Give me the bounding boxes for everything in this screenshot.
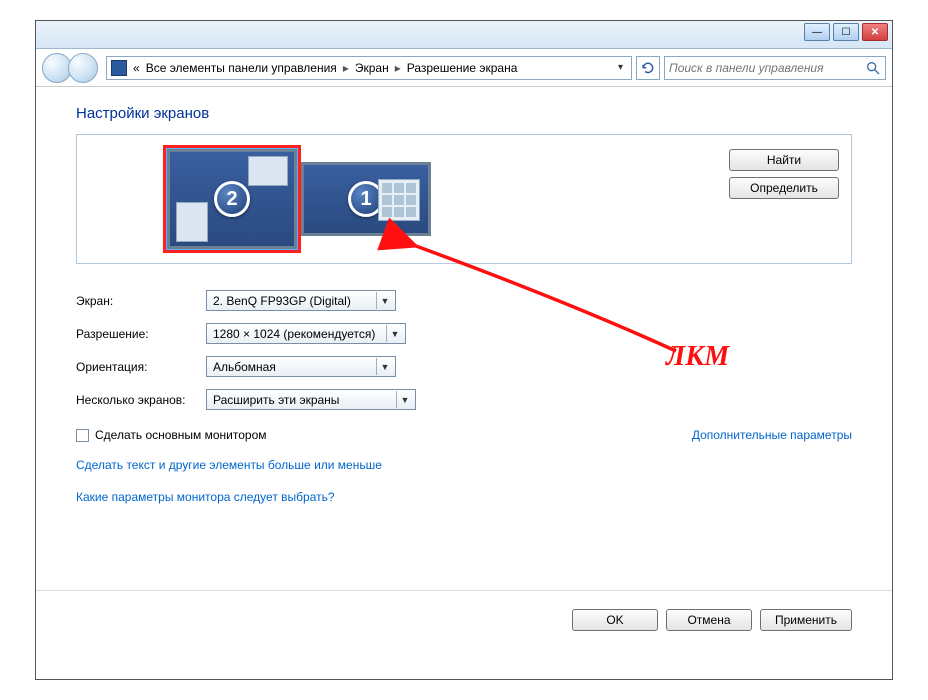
monitor-keypad-icon xyxy=(378,179,420,221)
dialog-buttons: OK Отмена Применить xyxy=(572,609,852,631)
screen-value: 2. BenQ FP93GP (Digital) xyxy=(213,294,351,308)
make-primary-checkbox[interactable] xyxy=(76,429,89,442)
breadcrumb-sep-icon: ▸ xyxy=(395,61,401,75)
identify-button[interactable]: Определить xyxy=(729,177,839,199)
which-settings-link[interactable]: Какие параметры монитора следует выбрать… xyxy=(76,490,335,504)
window-controls: — ☐ ✕ xyxy=(804,23,888,41)
multi-label: Несколько экранов: xyxy=(76,393,206,407)
screen-dropdown[interactable]: 2. BenQ FP93GP (Digital) ▼ xyxy=(206,290,396,311)
orientation-label: Ориентация: xyxy=(76,360,206,374)
multi-value: Расширить эти экраны xyxy=(213,393,339,407)
search-input[interactable] xyxy=(669,61,865,75)
apply-button[interactable]: Применить xyxy=(760,609,852,631)
annotation-label: ЛКМ xyxy=(666,341,729,373)
chevron-down-icon: ▼ xyxy=(396,391,413,408)
make-primary-label: Сделать основным монитором xyxy=(95,428,267,442)
screen-label: Экран: xyxy=(76,294,206,308)
nav-buttons xyxy=(42,53,102,83)
settings-form: Экран: 2. BenQ FP93GP (Digital) ▼ Разреш… xyxy=(76,290,852,410)
text-size-link[interactable]: Сделать текст и другие элементы больше и… xyxy=(76,458,382,472)
cancel-button[interactable]: Отмена xyxy=(666,609,752,631)
monitor-1[interactable]: 1 xyxy=(301,162,431,236)
breadcrumb-level3[interactable]: Разрешение экрана xyxy=(407,61,518,75)
window-frame: — ☐ ✕ « Все элементы панели управления ▸… xyxy=(35,20,893,680)
refresh-button[interactable] xyxy=(636,56,660,80)
minimize-button[interactable]: — xyxy=(804,23,830,41)
monitor-window-icon xyxy=(248,156,288,186)
address-bar[interactable]: « Все элементы панели управления ▸ Экран… xyxy=(106,56,632,80)
chevron-down-icon: ▼ xyxy=(386,325,403,342)
maximize-button[interactable]: ☐ xyxy=(833,23,859,41)
orientation-value: Альбомная xyxy=(213,360,276,374)
titlebar: — ☐ ✕ xyxy=(36,21,892,49)
detect-button[interactable]: Найти xyxy=(729,149,839,171)
breadcrumb-prefix: « xyxy=(133,61,140,75)
orientation-dropdown[interactable]: Альбомная ▼ xyxy=(206,356,396,377)
control-panel-icon xyxy=(111,60,127,76)
close-button[interactable]: ✕ xyxy=(862,23,888,41)
page-title: Настройки экранов xyxy=(76,105,852,122)
monitor-number-badge: 2 xyxy=(214,181,250,217)
refresh-icon xyxy=(641,61,655,75)
forward-button[interactable] xyxy=(68,53,98,83)
search-box[interactable] xyxy=(664,56,886,80)
breadcrumb-level2[interactable]: Экран xyxy=(355,61,389,75)
search-icon xyxy=(865,60,881,76)
monitor-arrangement-box[interactable]: 2 1 Найти Определить xyxy=(76,134,852,264)
breadcrumb-level1[interactable]: Все элементы панели управления xyxy=(146,61,337,75)
navigation-row: « Все элементы панели управления ▸ Экран… xyxy=(36,49,892,87)
primary-monitor-row: Сделать основным монитором Дополнительны… xyxy=(76,428,852,442)
monitor-side-buttons: Найти Определить xyxy=(729,149,839,199)
resolution-label: Разрешение: xyxy=(76,327,206,341)
chevron-down-icon: ▼ xyxy=(376,358,393,375)
divider xyxy=(36,590,892,591)
resolution-dropdown[interactable]: 1280 × 1024 (рекомендуется) ▼ xyxy=(206,323,406,344)
resolution-value: 1280 × 1024 (рекомендуется) xyxy=(213,327,375,341)
address-dropdown-icon[interactable]: ▾ xyxy=(614,62,627,73)
chevron-down-icon: ▼ xyxy=(376,292,393,309)
monitor-2[interactable]: 2 xyxy=(167,149,297,249)
content-area: Настройки экранов 2 1 Найти Определить Э… xyxy=(36,87,892,506)
ok-button[interactable]: OK xyxy=(572,609,658,631)
multiple-displays-dropdown[interactable]: Расширить эти экраны ▼ xyxy=(206,389,416,410)
monitor-window-icon xyxy=(176,202,208,242)
breadcrumb-sep-icon: ▸ xyxy=(343,61,349,75)
advanced-settings-link[interactable]: Дополнительные параметры xyxy=(692,428,852,442)
